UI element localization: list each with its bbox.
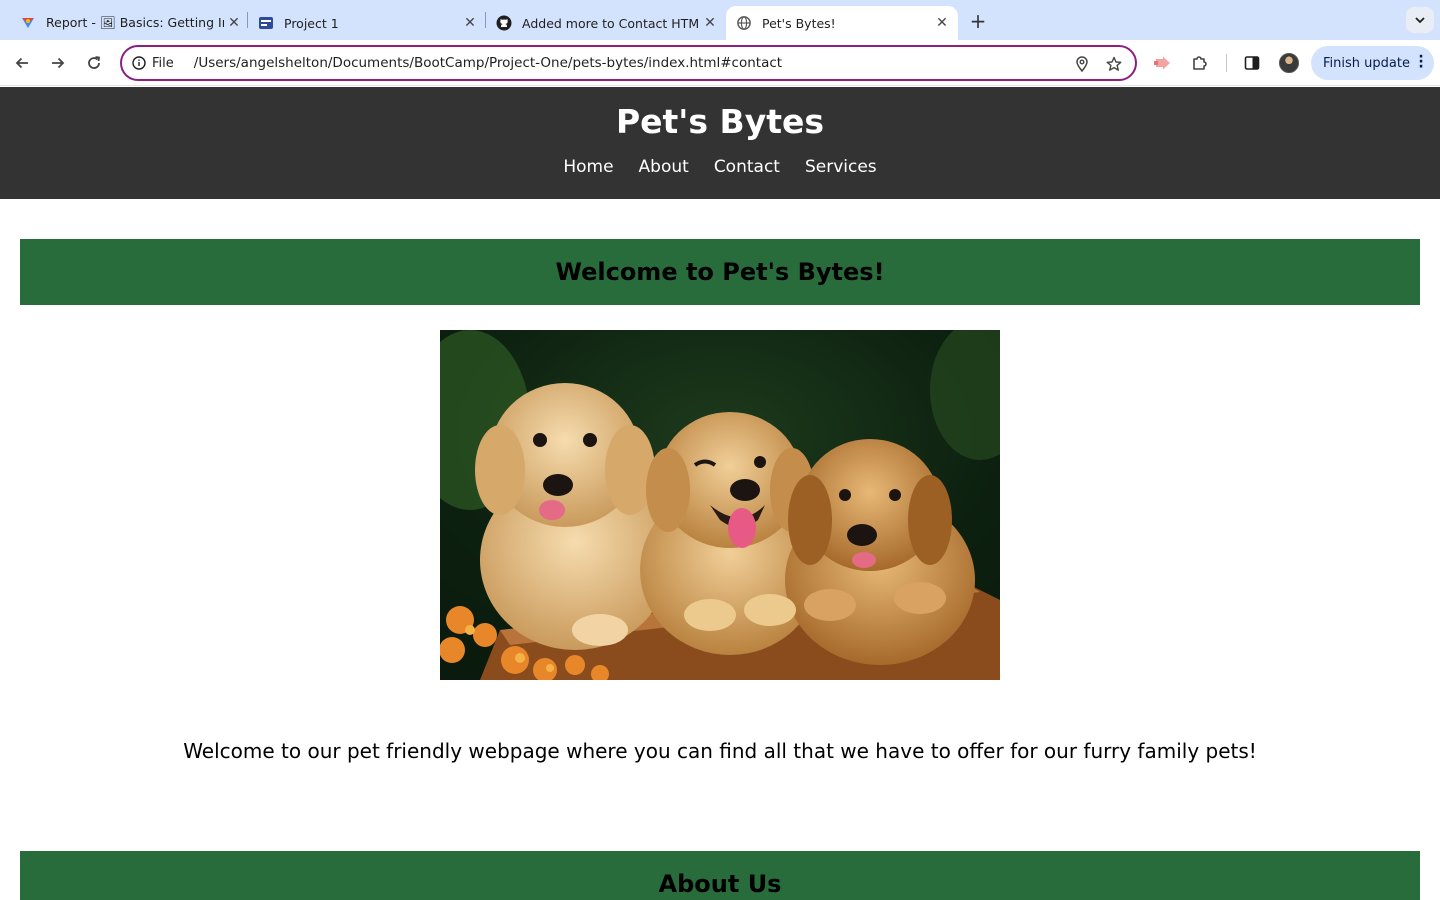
forward-arrow-icon <box>52 57 65 69</box>
globe-icon <box>736 15 752 31</box>
tab-github[interactable]: Added more to Contact HTML ✕ <box>488 6 720 40</box>
back-button[interactable] <box>10 51 34 75</box>
close-tab-icon[interactable]: ✕ <box>460 13 480 33</box>
address-bar[interactable]: File /Users/angelshelton/Documents/BootC… <box>120 45 1137 81</box>
close-tab-icon[interactable]: ✕ <box>932 13 952 33</box>
tab-separator <box>485 12 486 28</box>
reload-button[interactable] <box>82 51 106 75</box>
finish-update-button[interactable]: Finish update · · · <box>1311 46 1434 80</box>
close-tab-icon[interactable]: ✕ <box>700 13 720 33</box>
intro-text: Welcome to our pet friendly webpage wher… <box>183 739 1257 763</box>
close-tab-icon[interactable]: ✕ <box>224 13 244 33</box>
extension-arrow-icon[interactable] <box>1152 52 1174 74</box>
about-heading: About Us <box>658 870 782 898</box>
forward-button[interactable] <box>46 51 70 75</box>
profile-avatar[interactable] <box>1279 53 1299 73</box>
tab-pets-bytes[interactable]: Pet's Bytes! ✕ <box>726 6 958 40</box>
info-icon[interactable] <box>131 55 147 71</box>
tab-title: Pet's Bytes! <box>762 15 836 31</box>
nav-link-services[interactable]: Services <box>805 157 877 177</box>
nav-link-contact[interactable]: Contact <box>714 157 780 177</box>
tab-title: Project 1 <box>284 15 339 31</box>
nav-link-about[interactable]: About <box>639 157 689 177</box>
toolbar-divider <box>1226 54 1227 72</box>
puppies-image <box>440 330 1000 680</box>
tab-report[interactable]: Report - 🖼 Basics: Getting In ✕ <box>12 6 244 40</box>
tab-separator <box>247 12 248 28</box>
about-banner: About Us <box>20 851 1420 900</box>
tab-project-1[interactable]: Project 1 ✕ <box>250 6 480 40</box>
site-nav: Home About Contact Services <box>0 157 1440 177</box>
new-tab-button[interactable]: + <box>966 9 990 33</box>
nav-link-home[interactable]: Home <box>563 157 613 177</box>
tab-search-button[interactable] <box>1406 7 1434 33</box>
back-arrow-icon <box>15 57 28 69</box>
finish-update-label: Finish update <box>1323 55 1410 71</box>
site-title: Pet's Bytes <box>615 102 825 141</box>
browser-toolbar: File /Users/angelshelton/Documents/BootC… <box>0 40 1440 86</box>
reload-icon <box>88 56 101 69</box>
project-icon <box>258 15 274 31</box>
more-menu-icon[interactable]: · · · <box>1418 50 1424 74</box>
url-text[interactable]: /Users/angelshelton/Documents/BootCamp/P… <box>194 55 782 71</box>
tab-title: Report - 🖼 Basics: Getting In <box>46 15 224 30</box>
tab-strip: Report - 🖼 Basics: Getting In ✕ Project … <box>0 0 1440 40</box>
github-icon <box>496 15 512 31</box>
report-app-icon <box>20 15 36 31</box>
welcome-banner: Welcome to Pet's Bytes! <box>20 239 1420 305</box>
scheme-label: File <box>152 55 174 71</box>
site-header: Pet's Bytes Home About Contact Services <box>0 87 1440 199</box>
side-panel-icon[interactable] <box>1241 52 1263 74</box>
extensions-puzzle-icon[interactable] <box>1189 52 1211 74</box>
location-pin-icon[interactable] <box>1072 54 1092 74</box>
chevron-down-icon <box>1415 17 1425 24</box>
welcome-heading: Welcome to Pet's Bytes! <box>555 258 885 286</box>
tab-title: Added more to Contact HTML <box>522 15 700 31</box>
bookmark-star-icon[interactable] <box>1104 54 1124 74</box>
